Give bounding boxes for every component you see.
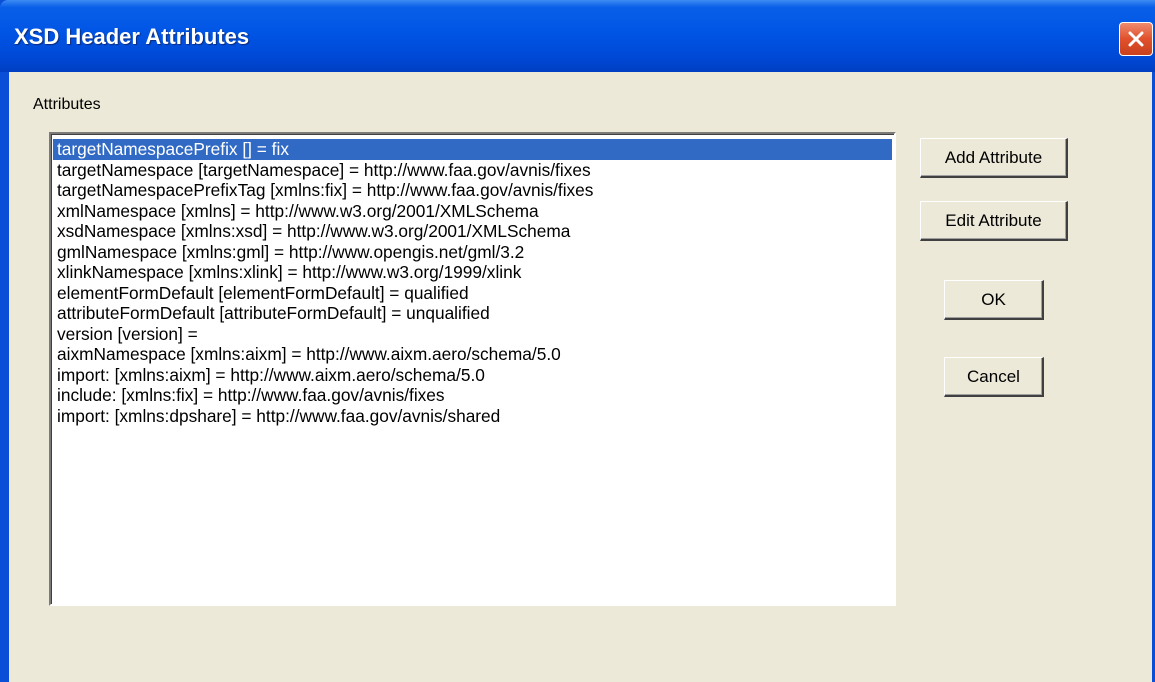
dialog-title: XSD Header Attributes xyxy=(14,24,250,49)
list-item[interactable]: import: [xmlns:dpshare] = http://www.faa… xyxy=(53,406,892,427)
list-item[interactable]: targetNamespacePrefix [] = fix xyxy=(53,139,892,160)
title-bar[interactable]: XSD Header Attributes xyxy=(0,0,1155,72)
list-item[interactable]: targetNamespace [targetNamespace] = http… xyxy=(53,160,892,181)
edit-attribute-button[interactable]: Edit Attribute xyxy=(920,201,1068,241)
list-item[interactable]: attributeFormDefault [attributeFormDefau… xyxy=(53,303,892,324)
list-item[interactable]: xsdNamespace [xmlns:xsd] = http://www.w3… xyxy=(53,221,892,242)
attributes-label: Attributes xyxy=(33,96,101,113)
close-button[interactable] xyxy=(1119,22,1153,56)
dialog-window: XSD Header Attributes Attributes targetN… xyxy=(0,0,1155,682)
list-item[interactable]: targetNamespacePrefixTag [xmlns:fix] = h… xyxy=(53,180,892,201)
list-item[interactable]: aixmNamespace [xmlns:aixm] = http://www.… xyxy=(53,344,892,365)
list-item[interactable]: gmlNamespace [xmlns:gml] = http://www.op… xyxy=(53,242,892,263)
attributes-listbox[interactable]: targetNamespacePrefix [] = fix targetName… xyxy=(49,132,896,606)
list-item[interactable]: elementFormDefault [elementFormDefault] … xyxy=(53,283,892,304)
list-item[interactable]: version [version] = xyxy=(53,324,892,345)
add-attribute-button[interactable]: Add Attribute xyxy=(920,138,1068,178)
list-item[interactable]: include: [xmlns:fix] = http://www.faa.go… xyxy=(53,385,892,406)
ok-button[interactable]: OK xyxy=(944,280,1044,320)
cancel-button[interactable]: Cancel xyxy=(944,357,1044,397)
close-icon xyxy=(1128,31,1144,47)
list-item[interactable]: xmlNamespace [xmlns] = http://www.w3.org… xyxy=(53,201,892,222)
list-item[interactable]: xlinkNamespace [xmlns:xlink] = http://ww… xyxy=(53,262,892,283)
list-item[interactable]: import: [xmlns:aixm] = http://www.aixm.a… xyxy=(53,365,892,386)
